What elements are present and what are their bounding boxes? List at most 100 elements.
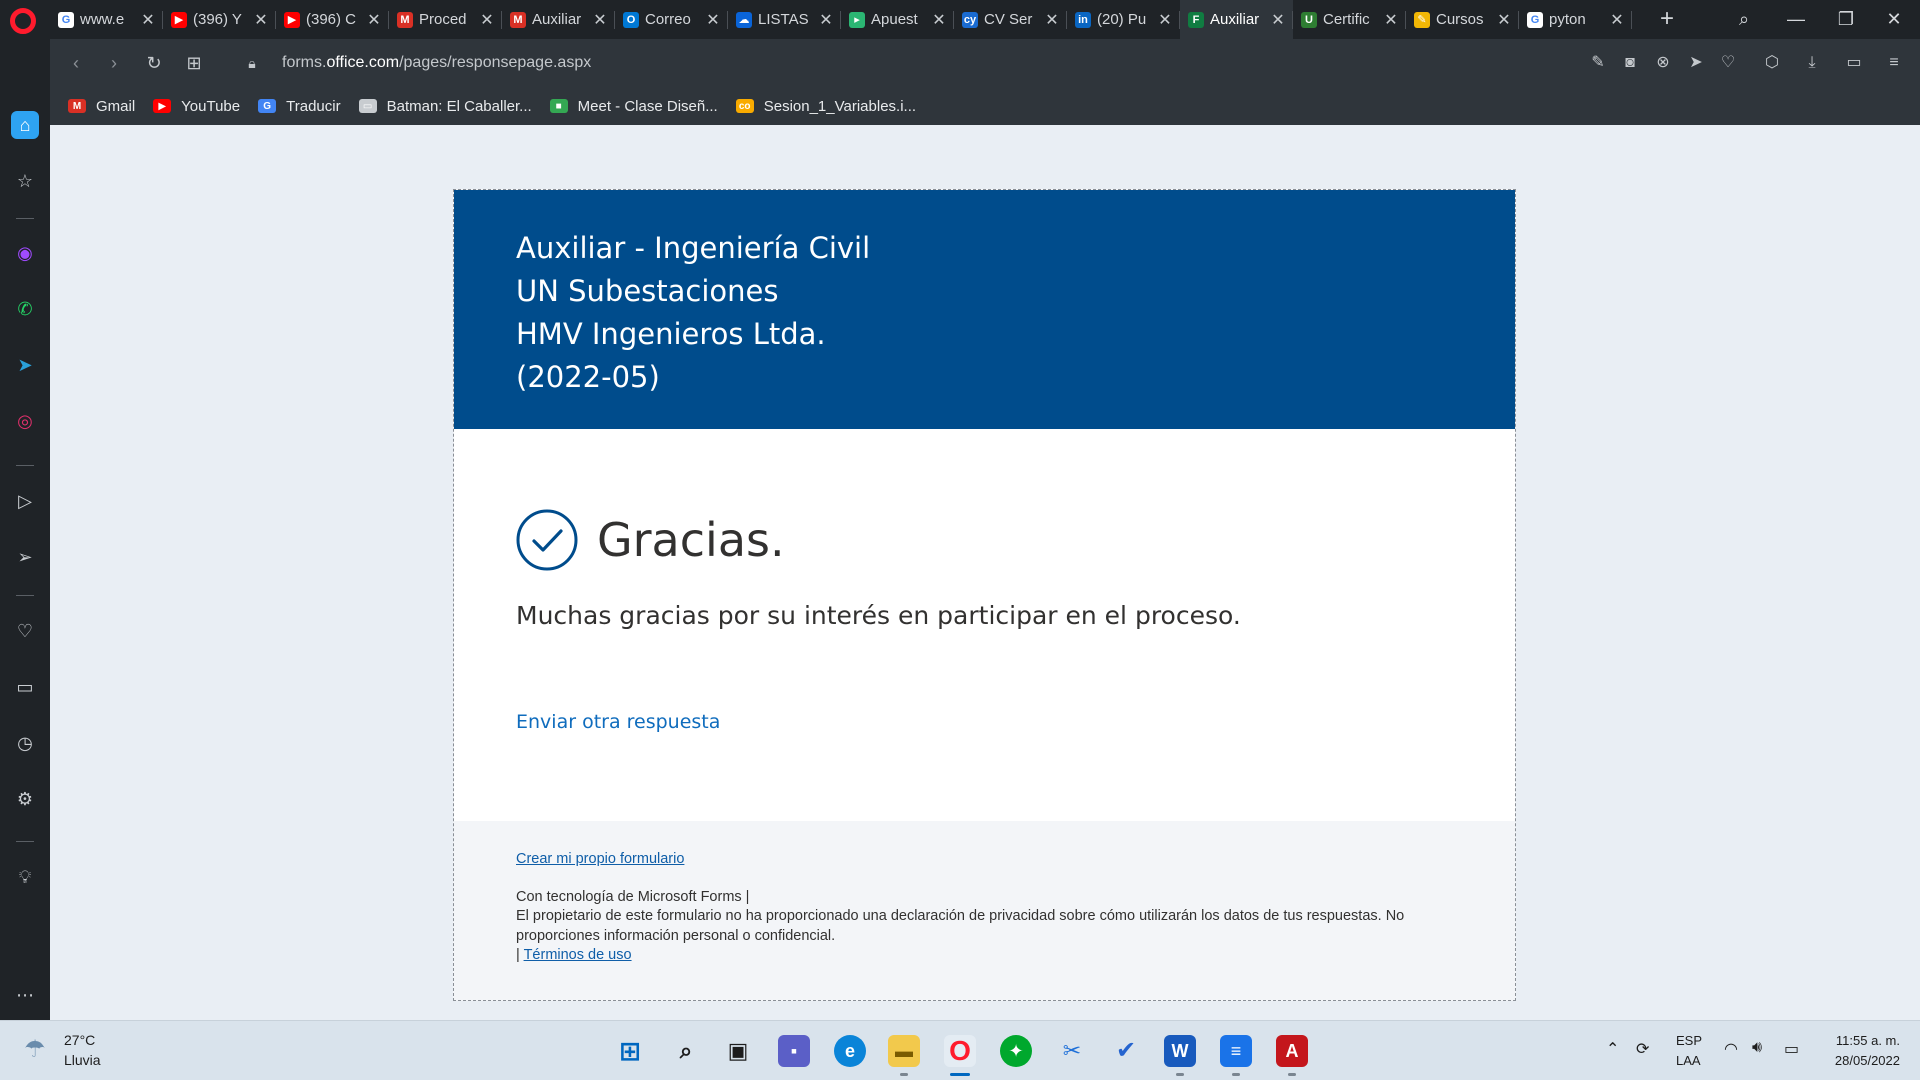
settings-gear-icon[interactable]: ⚙ [11,785,39,813]
battery-saver-icon[interactable]: ▭ [1842,51,1866,75]
opera-taskbar-icon[interactable]: O [944,1035,976,1067]
snipping-tool-icon[interactable]: ✂ [1056,1035,1088,1067]
snapshot-icon[interactable]: ◙ [1618,51,1642,75]
close-window-button[interactable]: ✕ [1874,4,1914,34]
tab-close-icon[interactable]: ✕ [706,10,720,30]
weather-temperature[interactable]: 27°C [64,1032,95,1048]
browser-tab[interactable]: O Correo ✕ [615,0,728,39]
keyboard-layout[interactable]: LAA [1676,1053,1701,1068]
battery-icon[interactable]: ▭ [1784,1039,1799,1059]
tab-close-icon[interactable]: ✕ [819,10,833,30]
tab-close-icon[interactable]: ✕ [1158,10,1172,30]
browser-tab[interactable]: ▶ (396) C ✕ [276,0,389,39]
heart-icon[interactable]: ♡ [11,617,39,645]
bookmark-heart-icon[interactable]: ♡ [1716,51,1740,75]
volume-icon[interactable]: 🔊︎ [1752,1039,1762,1057]
speed-dial-icon[interactable]: ⊞ [180,49,208,77]
sync-icon[interactable]: ⟳ [1636,1039,1649,1059]
tab-close-icon[interactable]: ✕ [932,10,946,30]
bookmark-item[interactable]: ■ Meet - Clase Diseñ... [549,98,718,115]
easy-setup-menu-icon[interactable]: ≡ [1882,51,1906,75]
messenger-icon[interactable]: ◉ [11,239,39,267]
lightbulb-icon[interactable]: 💡︎ [11,863,39,891]
privacy-notice: El propietario de este formulario no ha … [516,908,1405,944]
file-explorer-icon[interactable]: ▬ [888,1035,920,1067]
tab-close-icon[interactable]: ✕ [593,10,607,30]
extensions-icon[interactable]: ⬡ [1760,51,1784,75]
clock-date[interactable]: 28/05/2022 [1835,1053,1900,1068]
more-icon[interactable]: ⋯ [11,981,39,1009]
tab-close-icon[interactable]: ✕ [1045,10,1059,30]
bookmark-item[interactable]: ▶ YouTube [153,98,240,115]
tab-close-icon[interactable]: ✕ [141,10,155,30]
star-icon[interactable]: ☆ [11,167,39,195]
send-icon[interactable]: ➤ [1684,51,1708,75]
acrobat-icon[interactable]: A [1276,1035,1308,1067]
bookmark-item[interactable]: M Gmail [68,98,135,115]
evernote-icon[interactable]: ✦ [1000,1035,1032,1067]
notepad-icon[interactable]: ≡ [1220,1035,1252,1067]
clock-time[interactable]: 11:55 a. m. [1836,1033,1900,1048]
forward-button[interactable]: › [100,49,128,77]
whatsapp-icon[interactable]: ✆ [11,295,39,323]
chevron-up-icon[interactable]: ⌃ [1606,1039,1619,1059]
reload-button[interactable]: ↻ [140,49,168,77]
weather-rain-icon[interactable]: ☂ [24,1035,54,1065]
send-flow-icon[interactable]: ➢ [11,543,39,571]
opera-logo-icon[interactable] [10,8,36,34]
bookmark-item[interactable]: ▭ Batman: El Caballer... [358,98,532,115]
bookmark-item[interactable]: G Traducir [258,98,341,115]
new-tab-button[interactable]: + [1652,4,1682,34]
download-icon[interactable]: ⤓ [1800,51,1824,75]
search-tabs-icon[interactable]: ⌕ [1724,4,1764,34]
browser-tab[interactable]: Gwww.e ✕ [50,0,163,39]
tab-close-icon[interactable]: ✕ [1610,10,1624,30]
terms-of-use-link[interactable]: Términos de uso [524,947,632,963]
create-own-form-link[interactable]: Crear mi propio formulario [516,850,1476,870]
browser-tab[interactable]: in (20) Pu ✕ [1067,0,1180,39]
teams-chat-icon[interactable]: ▪ [778,1035,810,1067]
edge-icon[interactable]: e [834,1035,866,1067]
browser-tab[interactable]: F Auxiliar ✕ [1180,0,1293,39]
word-icon[interactable]: W [1164,1035,1196,1067]
start-windows-icon[interactable]: ⊞ [614,1035,646,1067]
tab-close-icon[interactable]: ✕ [1497,10,1511,30]
adblock-icon[interactable]: ⊗ [1651,51,1675,75]
tab-close-icon[interactable]: ✕ [1271,10,1285,30]
submit-another-response-link[interactable]: Enviar otra respuesta [516,711,720,733]
tab-favicon-icon: G [1527,11,1543,28]
browser-tab[interactable]: M Proced ✕ [389,0,502,39]
tab-close-icon[interactable]: ✕ [254,10,268,30]
home-icon[interactable]: ⌂ [11,111,39,139]
url-field[interactable]: forms.office.com/pages/responsepage.aspx [282,54,591,72]
browser-tab[interactable]: Gpyton ✕ [1519,0,1632,39]
browser-tab[interactable]: ▶ (396) Y ✕ [163,0,276,39]
weather-description[interactable]: Lluvia [64,1052,101,1068]
search-icon[interactable]: ⌕ [670,1035,702,1067]
task-view-icon[interactable]: ▣ [722,1035,754,1067]
input-language[interactable]: ESP [1676,1033,1702,1048]
easy-setup-icon[interactable]: ✎ [1586,51,1610,75]
browser-tab[interactable]: ✎ Cursos ✕ [1406,0,1519,39]
sidebar-divider [16,841,34,842]
browser-tab[interactable]: ▸ Apuest ✕ [841,0,954,39]
browser-tab[interactable]: M Auxiliar ✕ [502,0,615,39]
browser-tab[interactable]: U Certific ✕ [1293,0,1406,39]
minimize-button[interactable]: — [1776,4,1816,34]
telegram-icon[interactable]: ➤ [11,351,39,379]
bookmark-item[interactable]: co Sesion_1_Variables.i... [735,98,916,115]
history-icon[interactable]: ◷ [11,729,39,757]
tab-close-icon[interactable]: ✕ [480,10,494,30]
instagram-icon[interactable]: ◎ [11,407,39,435]
player-icon[interactable]: ▷ [11,487,39,515]
todo-icon[interactable]: ✔ [1110,1035,1142,1067]
browser-tab[interactable]: cy CV Ser ✕ [954,0,1067,39]
tabs-icon[interactable]: ▭ [11,673,39,701]
wifi-icon[interactable]: ◠ [1724,1039,1738,1059]
restore-button[interactable]: ❐ [1826,4,1866,34]
back-button[interactable]: ‹ [62,49,90,77]
lock-icon[interactable]: 🔒︎ [238,49,266,77]
tab-close-icon[interactable]: ✕ [367,10,381,30]
browser-tab[interactable]: ☁ LISTAS ✕ [728,0,841,39]
tab-close-icon[interactable]: ✕ [1384,10,1398,30]
